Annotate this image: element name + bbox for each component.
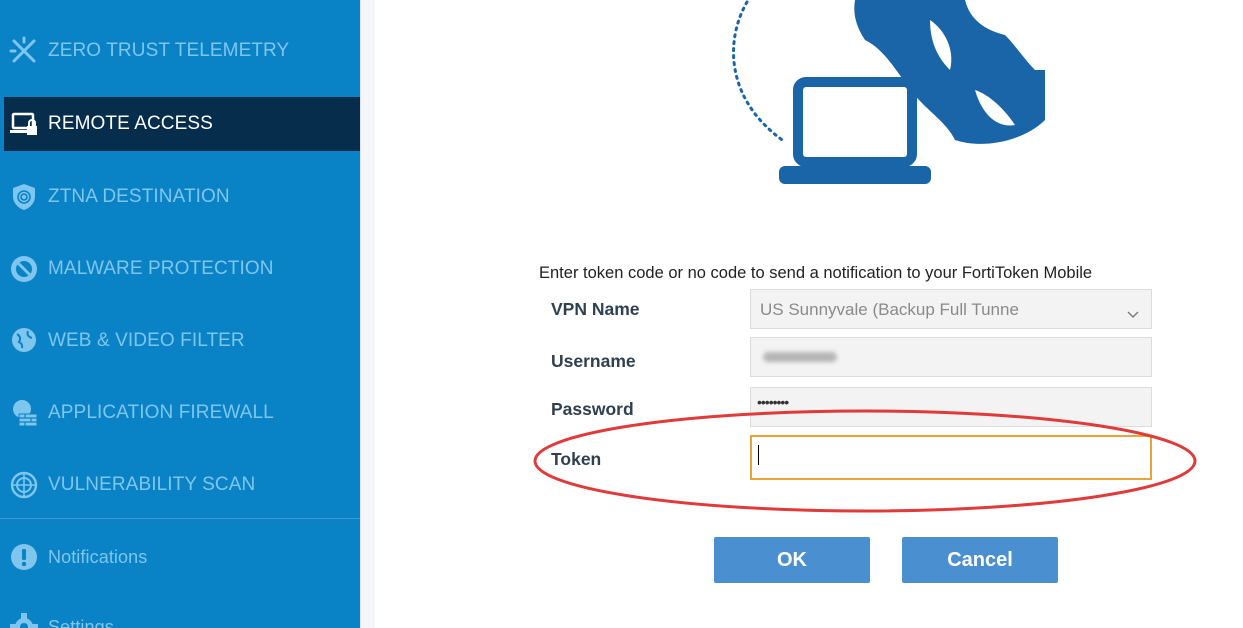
laptop-lock-icon xyxy=(8,108,40,140)
globe-filter-icon xyxy=(8,325,40,357)
sidebar-item-label: VULNERABILITY SCAN xyxy=(48,474,256,495)
username-field[interactable] xyxy=(750,337,1152,377)
exclamation-icon xyxy=(8,541,40,573)
sidebar-item-label: Settings xyxy=(48,616,114,628)
sidebar-item-ztna-destination[interactable]: ZTNA DESTINATION xyxy=(0,170,360,224)
sidebar-divider xyxy=(0,518,360,519)
app-firewall-icon xyxy=(8,397,40,429)
radar-icon xyxy=(8,469,40,501)
sidebar-item-label: REMOTE ACCESS xyxy=(48,113,213,134)
username-label: Username xyxy=(551,351,636,371)
redacted-username xyxy=(763,352,837,362)
malware-blocked-icon xyxy=(8,253,40,285)
sidebar-item-malware-protection[interactable]: MALWARE PROTECTION xyxy=(0,242,360,296)
sidebar-scroll-gutter xyxy=(360,0,375,628)
vpn-name-label: VPN Name xyxy=(551,299,640,319)
annotation-highlight-ellipse xyxy=(533,409,1197,513)
gear-icon xyxy=(8,611,40,628)
sidebar-item-label: WEB & VIDEO FILTER xyxy=(48,330,245,351)
sidebar-item-label: MALWARE PROTECTION xyxy=(48,258,274,279)
sidebar-item-application-firewall[interactable]: APPLICATION FIREWALL xyxy=(0,386,360,440)
username-row: Username xyxy=(551,337,1152,381)
vpn-name-value: US Sunnyvale (Backup Full Tunne xyxy=(760,300,1019,319)
sidebar-item-settings[interactable]: Settings xyxy=(0,600,360,628)
chevron-down-icon xyxy=(1127,304,1139,324)
sidebar-item-vulnerability-scan[interactable]: VULNERABILITY SCAN xyxy=(0,458,360,512)
vpn-name-select[interactable]: US Sunnyvale (Backup Full Tunne xyxy=(750,289,1152,329)
sidebar-item-label: ZERO TRUST TELEMETRY xyxy=(48,40,290,61)
vpn-name-row: VPN Name US Sunnyvale (Backup Full Tunne xyxy=(551,289,1152,333)
sidebar-item-notifications[interactable]: Notifications xyxy=(0,530,360,584)
sidebar-item-web-video-filter[interactable]: WEB & VIDEO FILTER xyxy=(0,314,360,368)
cancel-button[interactable]: Cancel xyxy=(902,537,1058,583)
token-instructions: Enter token code or no code to send a no… xyxy=(539,264,1093,282)
sidebar-item-label: Notifications xyxy=(48,546,148,567)
main-panel: Enter token code or no code to send a no… xyxy=(375,0,1243,628)
sidebar-item-label: APPLICATION FIREWALL xyxy=(48,402,274,423)
sidebar-item-zero-trust-telemetry[interactable]: ZERO TRUST TELEMETRY xyxy=(0,24,360,78)
laptop-globe-icon xyxy=(732,0,1045,184)
sidebar-item-label: ZTNA DESTINATION xyxy=(48,186,230,207)
sidebar: ZERO TRUST TELEMETRY REMOTE ACCESS ZTNA … xyxy=(0,0,360,628)
ok-button[interactable]: OK xyxy=(714,537,870,583)
sidebar-item-remote-access[interactable]: REMOTE ACCESS xyxy=(4,97,360,151)
telemetry-icon xyxy=(8,35,40,67)
shield-fingerprint-icon xyxy=(8,181,40,213)
